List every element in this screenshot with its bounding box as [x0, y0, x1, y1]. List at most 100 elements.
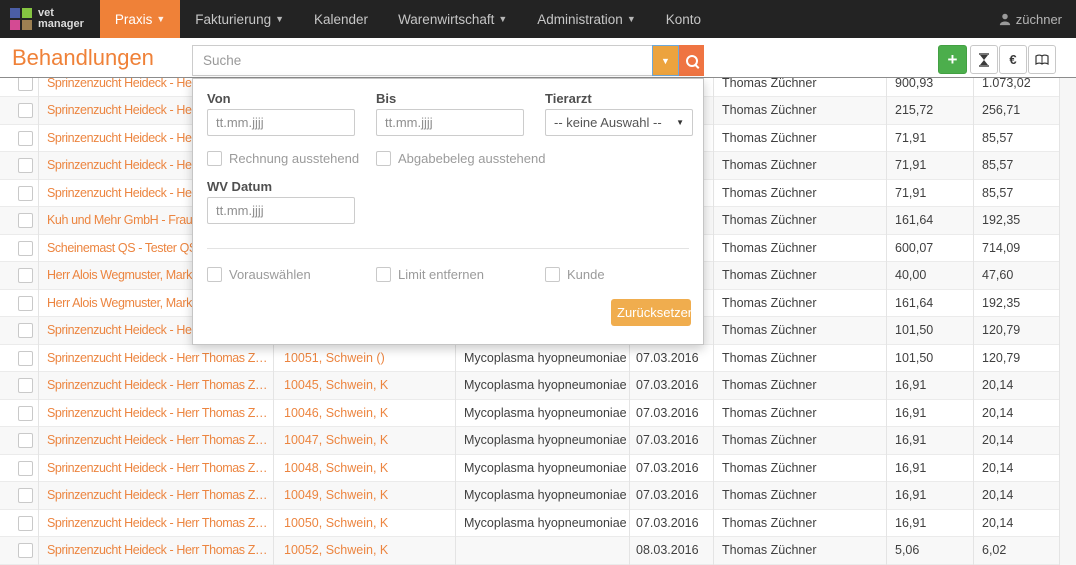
- date-cell: 07.03.2016: [629, 510, 713, 538]
- date-cell: 07.03.2016: [629, 427, 713, 455]
- wv-datum-input[interactable]: [207, 197, 355, 224]
- brutto-cell: 714,09: [973, 235, 1059, 263]
- row-checkbox[interactable]: [18, 543, 33, 558]
- pending-button[interactable]: [970, 45, 998, 74]
- vet-cell: Thomas Züchner: [713, 235, 886, 263]
- row-checkbox[interactable]: [18, 268, 33, 283]
- user-menu[interactable]: züchner: [999, 0, 1062, 38]
- row-checkbox[interactable]: [18, 323, 33, 338]
- checkbox-cell: [0, 455, 38, 483]
- customer-link[interactable]: Sprinzenzucht Heideck - Herr Thomas Züch…: [38, 372, 273, 400]
- bis-date-input[interactable]: [376, 109, 524, 136]
- nav-item-konto[interactable]: Konto: [651, 0, 716, 38]
- user-icon: [999, 13, 1011, 26]
- von-date-input[interactable]: [207, 109, 355, 136]
- row-checkbox[interactable]: [18, 488, 33, 503]
- abgabebeleg-ausstehend-checkbox[interactable]: Abgabebeleg ausstehend: [376, 151, 545, 166]
- checkbox-cell: [0, 235, 38, 263]
- wv-datum-label: WV Datum: [207, 179, 272, 194]
- nav-item-praxis[interactable]: Praxis▼: [100, 0, 180, 38]
- search-icon: [686, 55, 698, 67]
- table-row: Sprinzenzucht Heideck - Herr Thomas Züch…: [0, 537, 1076, 565]
- row-filler: [1059, 400, 1076, 428]
- vetmanager-logo[interactable]: vet manager: [0, 0, 84, 38]
- bis-label: Bis: [376, 91, 396, 106]
- row-checkbox[interactable]: [18, 131, 33, 146]
- customer-link[interactable]: Sprinzenzucht Heideck - Herr Thomas Züch…: [38, 537, 273, 565]
- nav-item-kalender[interactable]: Kalender: [299, 0, 383, 38]
- animal-link[interactable]: 10050, Schwein, K: [273, 510, 455, 538]
- animal-link[interactable]: 10046, Schwein, K: [273, 400, 455, 428]
- nav-item-fakturierung[interactable]: Fakturierung▼: [180, 0, 299, 38]
- vet-cell: Thomas Züchner: [713, 125, 886, 153]
- row-filler: [1059, 290, 1076, 318]
- customer-link[interactable]: Sprinzenzucht Heideck - Herr Thomas Züch…: [38, 400, 273, 428]
- checkbox-icon: [376, 267, 391, 282]
- netto-cell: 161,64: [886, 290, 973, 318]
- customer-link[interactable]: Sprinzenzucht Heideck - Herr Thomas Züch…: [38, 510, 273, 538]
- vet-cell: Thomas Züchner: [713, 537, 886, 565]
- customer-link[interactable]: Sprinzenzucht Heideck - Herr Thomas Züch…: [38, 455, 273, 483]
- search-button[interactable]: [679, 45, 704, 76]
- tierarzt-select[interactable]: -- keine Auswahl -- ▼: [545, 109, 693, 136]
- row-checkbox[interactable]: [18, 406, 33, 421]
- reset-button[interactable]: Zurücksetzen: [611, 299, 691, 326]
- checkbox-icon: [207, 267, 222, 282]
- brutto-cell: 20,14: [973, 455, 1059, 483]
- checkbox-cell: [0, 345, 38, 373]
- checkbox-cell: [0, 180, 38, 208]
- row-filler: [1059, 317, 1076, 345]
- row-filler: [1059, 207, 1076, 235]
- limit-entfernen-checkbox[interactable]: Limit entfernen: [376, 267, 484, 282]
- euro-icon: €: [1009, 52, 1016, 67]
- row-checkbox[interactable]: [18, 433, 33, 448]
- netto-cell: 16,91: [886, 510, 973, 538]
- checkbox-icon: [376, 151, 391, 166]
- row-checkbox[interactable]: [18, 213, 33, 228]
- diagnosis-cell: Mycoplasma hyopneumoniae: [455, 455, 629, 483]
- animal-link[interactable]: 10051, Schwein (): [273, 345, 455, 373]
- row-checkbox[interactable]: [18, 103, 33, 118]
- row-checkbox[interactable]: [18, 351, 33, 366]
- animal-link[interactable]: 10047, Schwein, K: [273, 427, 455, 455]
- kunde-checkbox[interactable]: Kunde: [545, 267, 605, 282]
- journal-button[interactable]: [1028, 45, 1056, 74]
- add-treatment-button[interactable]: +: [938, 45, 967, 74]
- netto-cell: 71,91: [886, 152, 973, 180]
- billing-button[interactable]: €: [999, 45, 1027, 74]
- brutto-cell: 85,57: [973, 180, 1059, 208]
- customer-link[interactable]: Sprinzenzucht Heideck - Herr Thomas Züch…: [38, 345, 273, 373]
- animal-link[interactable]: 10052, Schwein, K: [273, 537, 455, 565]
- row-checkbox[interactable]: [18, 516, 33, 531]
- brutto-cell: 20,14: [973, 400, 1059, 428]
- row-checkbox[interactable]: [18, 158, 33, 173]
- customer-link[interactable]: Sprinzenzucht Heideck - Herr Thomas Züch…: [38, 427, 273, 455]
- nav-item-warenwirtschaft[interactable]: Warenwirtschaft▼: [383, 0, 522, 38]
- rechnung-ausstehend-checkbox[interactable]: Rechnung ausstehend: [207, 151, 359, 166]
- checkbox-cell: [0, 317, 38, 345]
- panel-divider: [207, 248, 689, 249]
- chevron-down-icon: ▼: [627, 14, 636, 24]
- search-filter-panel: Von Bis Tierarzt -- keine Auswahl -- ▼ R…: [192, 78, 704, 345]
- nav-item-administration[interactable]: Administration▼: [522, 0, 650, 38]
- search-input[interactable]: [192, 45, 653, 76]
- vorauswaehlen-checkbox[interactable]: Vorauswählen: [207, 267, 311, 282]
- table-row: Sprinzenzucht Heideck - Herr Thomas Züch…: [0, 427, 1076, 455]
- date-cell: 07.03.2016: [629, 345, 713, 373]
- brutto-cell: 85,57: [973, 125, 1059, 153]
- von-label: Von: [207, 91, 231, 106]
- search-options-button[interactable]: ▼: [652, 45, 679, 76]
- row-checkbox[interactable]: [18, 241, 33, 256]
- animal-link[interactable]: 10048, Schwein, K: [273, 455, 455, 483]
- customer-link[interactable]: Sprinzenzucht Heideck - Herr Thomas Züch…: [38, 482, 273, 510]
- row-checkbox[interactable]: [18, 186, 33, 201]
- vet-cell: Thomas Züchner: [713, 345, 886, 373]
- top-nav: vet manager Praxis▼ Fakturierung▼ Kalend…: [0, 0, 1076, 38]
- animal-link[interactable]: 10045, Schwein, K: [273, 372, 455, 400]
- row-checkbox[interactable]: [18, 296, 33, 311]
- checkbox-cell: [0, 372, 38, 400]
- row-checkbox[interactable]: [18, 378, 33, 393]
- row-checkbox[interactable]: [18, 461, 33, 476]
- brutto-cell: 20,14: [973, 510, 1059, 538]
- animal-link[interactable]: 10049, Schwein, K: [273, 482, 455, 510]
